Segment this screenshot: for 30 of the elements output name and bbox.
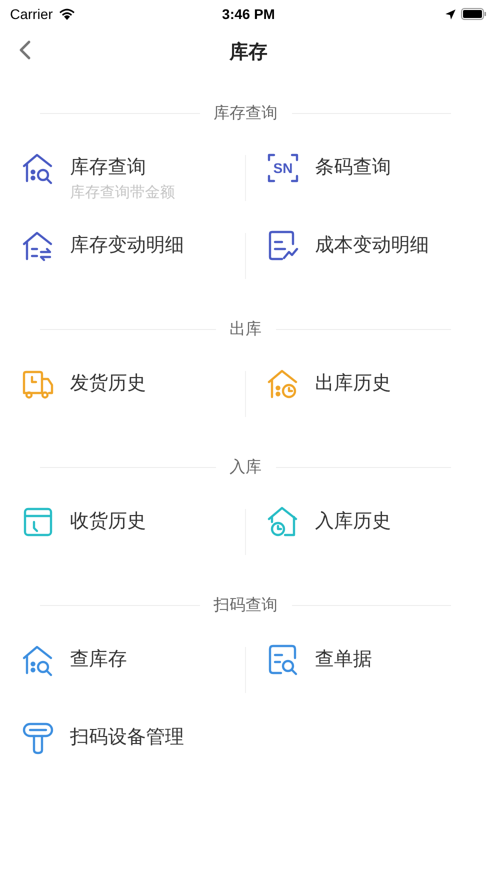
menu-item[interactable]: 扫码设备管理 <box>0 715 245 793</box>
status-time: 3:46 PM <box>222 6 275 22</box>
item-label: 库存变动明细 <box>70 234 184 258</box>
battery-icon <box>460 8 487 20</box>
item-label: 出库历史 <box>315 372 391 396</box>
section-title: 入库 <box>230 458 262 478</box>
section-title: 扫码查询 <box>214 596 278 616</box>
carrier-label: Carrier <box>10 6 53 22</box>
section-title: 库存查询 <box>214 104 278 124</box>
location-icon <box>444 8 456 20</box>
menu-item[interactable]: 收货历史 <box>0 499 245 577</box>
menu-item[interactable]: 发货历史 <box>0 361 245 439</box>
item-label: 查单据 <box>315 648 372 672</box>
item-label: 成本变动明细 <box>315 234 429 258</box>
item-label: 条码查询 <box>315 156 391 180</box>
back-icon <box>19 40 31 60</box>
menu-item[interactable]: 查库存 <box>0 637 245 715</box>
item-label: 发货历史 <box>70 372 146 396</box>
item-label: 收货历史 <box>70 510 146 534</box>
item-label: 库存查询 <box>70 156 147 180</box>
scanner-icon <box>20 720 56 756</box>
menu-item[interactable]: 库存查询 库存查询带金额 <box>0 145 245 223</box>
menu-item[interactable]: 库存变动明细 <box>0 223 245 301</box>
item-label: 查库存 <box>70 648 127 672</box>
section-title: 出库 <box>230 320 262 340</box>
page-title: 库存 <box>230 40 268 64</box>
item-label: 扫码设备管理 <box>70 726 184 750</box>
wifi-icon <box>58 8 76 20</box>
item-label: 入库历史 <box>315 510 391 534</box>
item-subtitle: 库存查询带金额 <box>70 183 175 202</box>
